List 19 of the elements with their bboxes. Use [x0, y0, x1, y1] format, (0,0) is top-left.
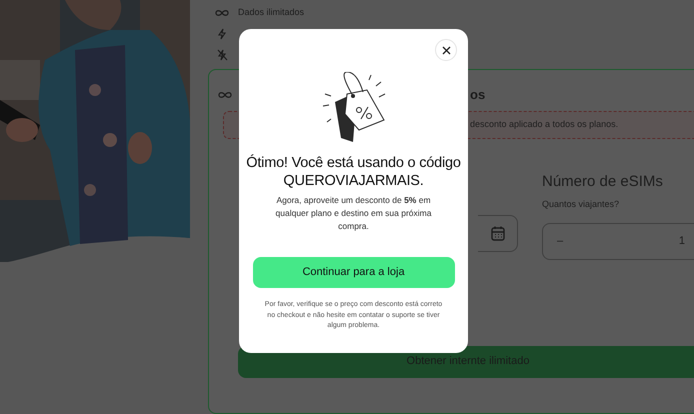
- continue-button[interactable]: Continuar para a loja: [252, 257, 454, 288]
- infinity-icon: [215, 8, 229, 16]
- esim-stepper[interactable]: – 1: [542, 222, 694, 260]
- lightning-off-icon: [216, 48, 228, 60]
- notice-text: desconto aplicado a todos os planos.: [470, 118, 618, 132]
- esims-heading: Número de eSIMs: [542, 172, 664, 192]
- modal-heading: Ótimo! Você está usando o código QUEROVIAJARMAIS.: [245, 154, 462, 190]
- travelers-question: Quantos viajantes?: [542, 198, 620, 211]
- modal-description: Agora, aproveite um desconto de 5% em qualquer plano e destino em sua próxima compra.: [274, 194, 432, 233]
- calendar-icon: [490, 226, 504, 241]
- infinity-icon: [218, 91, 232, 99]
- close-icon: [442, 46, 450, 54]
- feature-label: Dados ilimitados: [238, 6, 304, 19]
- lightning-icon: [217, 28, 227, 40]
- close-button[interactable]: [435, 39, 457, 61]
- quantity-value: 1: [678, 234, 685, 249]
- date-field[interactable]: [478, 215, 518, 252]
- decrement-button[interactable]: –: [557, 232, 564, 250]
- card-title: os: [470, 86, 486, 104]
